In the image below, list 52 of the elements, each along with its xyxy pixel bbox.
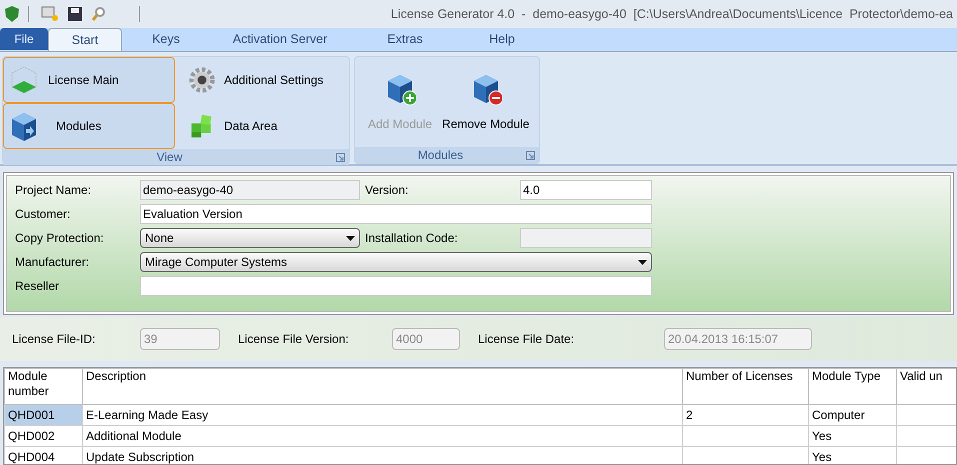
input-field[interactable]: Evaluation Version (140, 204, 652, 224)
column-header[interactable]: Module Type (808, 368, 896, 404)
field-label: License File Version: (238, 331, 350, 348)
ribbon-tab[interactable]: Start (48, 28, 122, 51)
field-label: Manufacturer: (15, 254, 90, 271)
table-cell: QHD001 (4, 404, 82, 426)
ribbon-button[interactable]: Modules (3, 103, 175, 149)
input-field[interactable] (140, 276, 652, 296)
field-label: License File Date: (478, 331, 576, 348)
field-label: Copy Protection: (15, 230, 105, 247)
table-cell: Yes (808, 426, 896, 446)
field-label: Installation Code: (365, 230, 459, 247)
ribbon-button[interactable]: Additional Settings (183, 57, 349, 103)
file-menu-button[interactable]: File (0, 28, 48, 50)
gear-icon (188, 65, 216, 95)
dropdown-arrow-icon (346, 236, 355, 240)
dialog-launcher-icon (526, 150, 535, 160)
window-title: License Generator 4.0 - demo-easygo-40 [C:\Users\Andrea\Documents\Licence Protector\demo-ea (390, 6, 953, 23)
field-label: Version: (365, 182, 410, 199)
table-cell: Computer (808, 404, 896, 426)
ribbon-button[interactable]: Remove Module (437, 70, 534, 134)
field-label: Customer: (15, 206, 72, 223)
dropdown[interactable]: None (140, 228, 360, 248)
field-label: Project Name: (15, 182, 92, 199)
dropdown[interactable]: Mirage Computer Systems (140, 252, 652, 272)
ribbon-tab[interactable]: Extras (350, 28, 460, 51)
field-label: License File-ID: (12, 331, 96, 348)
group-label: Modules (416, 147, 464, 164)
group-label: View (156, 149, 184, 166)
input-field[interactable] (520, 228, 652, 248)
magnifier-icon (91, 6, 107, 22)
table-cell: Additional Module (82, 426, 682, 446)
table-cell: 2 (682, 404, 808, 426)
table-cell: QHD002 (4, 426, 82, 446)
field-label: Reseller (15, 278, 60, 295)
input-field[interactable]: demo-easygo-40 (140, 180, 360, 200)
table-cell: QHD004 (4, 446, 82, 464)
table-cell: E-Learning Made Easy (82, 404, 682, 426)
column-header[interactable]: Description (82, 368, 682, 404)
document-star-icon (41, 6, 59, 22)
ribbon-tab[interactable]: Activation Server (210, 28, 350, 51)
shield-icon (4, 5, 20, 23)
dialog-launcher-icon (336, 152, 345, 162)
ribbon-tab[interactable]: Keys (122, 28, 210, 51)
dropdown-arrow-icon (638, 260, 647, 264)
ribbon-button[interactable]: Data Area (183, 103, 349, 149)
ribbon-tab[interactable]: Help (460, 28, 544, 51)
column-header[interactable]: Valid un (896, 368, 956, 404)
ribbon-button[interactable]: License Main (3, 57, 175, 103)
column-header[interactable]: Module number (4, 368, 82, 404)
column-header[interactable]: Number of Licenses (682, 368, 808, 404)
input-field[interactable]: 4.0 (520, 180, 652, 200)
